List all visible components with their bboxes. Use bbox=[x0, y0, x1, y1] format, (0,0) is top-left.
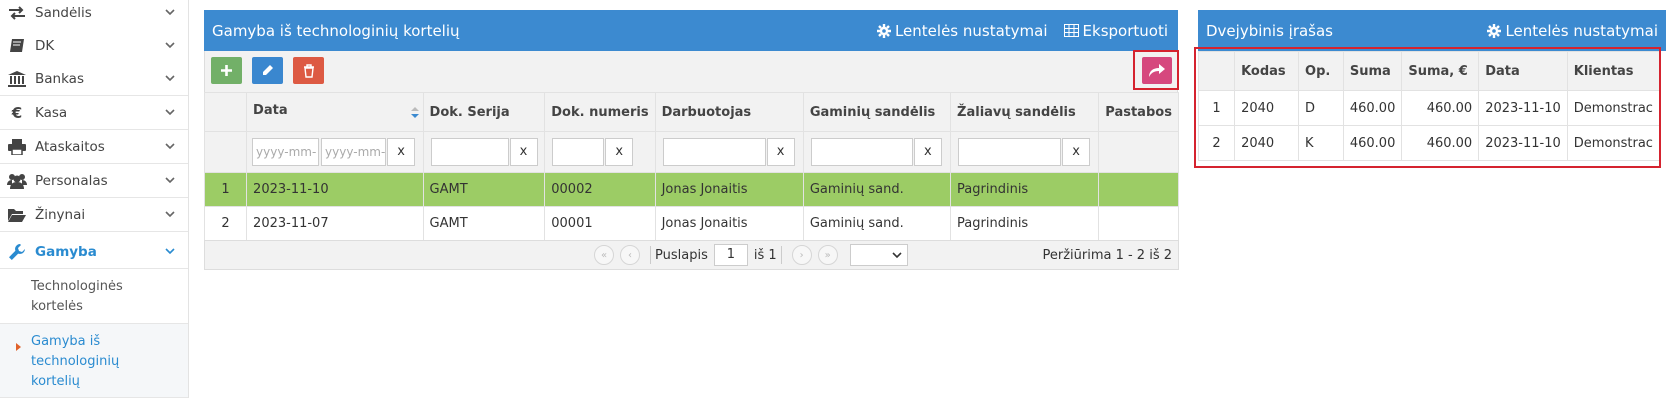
filter-row: yyyy-mm-yyyy-mm-x x x x x x bbox=[203, 131, 1179, 173]
sidebar-subitem-gamyba-is-korteliu[interactable]: Gamyba iš technologinių kortelių bbox=[0, 324, 188, 398]
chevron-down-icon bbox=[162, 9, 178, 16]
sort-icon bbox=[410, 106, 419, 122]
arrows-exchange-icon bbox=[7, 4, 27, 22]
date-from-input[interactable]: yyyy-mm- bbox=[252, 138, 320, 166]
darbuotojas-filter-input[interactable] bbox=[662, 138, 766, 166]
gear-icon bbox=[1487, 23, 1502, 38]
col-header-gaminiu[interactable]: Gaminių sandėlis bbox=[802, 92, 952, 132]
chevron-down-icon bbox=[162, 143, 178, 150]
sidebar-item-label: Gamyba bbox=[35, 243, 97, 260]
zaliavu-filter-input[interactable] bbox=[958, 138, 1062, 166]
panel-title: Dvejybinis įrašas bbox=[1206, 21, 1333, 40]
sidebar-item-sandelis[interactable]: Sandėlis bbox=[0, 0, 188, 30]
page-number-input[interactable]: 1 bbox=[713, 244, 748, 266]
highlight-box-share bbox=[1133, 50, 1179, 90]
serija-filter-input[interactable] bbox=[430, 138, 509, 166]
plus-icon bbox=[221, 65, 232, 76]
book-icon bbox=[7, 37, 27, 55]
table-row[interactable]: 1 2023-11-10 GAMT 00002 Jonas Jonaitis G… bbox=[203, 172, 1179, 207]
users-icon bbox=[7, 172, 27, 190]
header-row: Data Dok. Serija Dok. numeris Darbuotoja… bbox=[203, 92, 1179, 132]
chevron-down-icon bbox=[162, 75, 178, 82]
export-button[interactable]: Eksportuoti bbox=[1063, 21, 1168, 40]
pager: « ‹ Puslapis 1 iš 1 › » Peržiūrima 1 - 2… bbox=[204, 240, 1179, 270]
col-header-data[interactable]: Data bbox=[246, 92, 424, 132]
col-header-num bbox=[203, 92, 248, 132]
sidebar-item-label: Bankas bbox=[35, 70, 84, 87]
table-settings-label: Lentelės nustatymai bbox=[894, 21, 1048, 40]
highlight-box-side-table bbox=[1194, 47, 1661, 168]
delete-button[interactable] bbox=[293, 57, 324, 84]
col-header-darbuotojas[interactable]: Darbuotojas bbox=[654, 92, 804, 132]
col-header-numeris[interactable]: Dok. numeris bbox=[544, 92, 656, 132]
main-panel-header: Gamyba iš technologinių kortelių Lentelė… bbox=[204, 10, 1178, 51]
table-settings-label: Lentelės nustatymai bbox=[1505, 21, 1658, 40]
sidebar-item-label: Ataskaitos bbox=[35, 138, 105, 155]
col-header-zaliavu[interactable]: Žaliavų sandėlis bbox=[950, 92, 1100, 132]
col-header-pastabos[interactable]: Pastabos bbox=[1098, 92, 1179, 132]
sidebar-item-kasa[interactable]: € Kasa bbox=[0, 96, 188, 130]
page-size-select[interactable] bbox=[849, 244, 908, 266]
sidebar-item-label: DK bbox=[35, 37, 55, 54]
table-settings-button[interactable]: Lentelės nustatymai bbox=[876, 21, 1048, 40]
chevron-down-icon bbox=[892, 251, 902, 258]
sidebar-item-bankas[interactable]: Bankas bbox=[0, 62, 188, 96]
main-toolbar bbox=[204, 51, 1178, 92]
chevron-down-icon bbox=[162, 109, 178, 116]
sidebar-item-gamyba[interactable]: Gamyba bbox=[0, 235, 188, 269]
sidebar-subitem-technologines-korteles[interactable]: Technologinės kortelės bbox=[0, 272, 188, 324]
numeris-filter-input[interactable] bbox=[552, 138, 605, 166]
date-to-input[interactable]: yyyy-mm- bbox=[321, 138, 387, 166]
clear-serija-button[interactable]: x bbox=[509, 138, 538, 166]
prev-page-button[interactable]: ‹ bbox=[620, 245, 640, 265]
chevron-down-icon bbox=[162, 177, 178, 184]
caret-right-icon bbox=[16, 343, 21, 351]
table-icon bbox=[1063, 24, 1079, 37]
clear-zaliavu-button[interactable]: x bbox=[1062, 138, 1091, 166]
panel-title: Gamyba iš technologinių kortelių bbox=[212, 21, 460, 40]
pencil-icon bbox=[263, 65, 273, 75]
main-grid: Data Dok. Serija Dok. numeris Darbuotoja… bbox=[203, 92, 1179, 241]
sidebar-item-dk[interactable]: DK bbox=[0, 29, 188, 63]
clear-date-button[interactable]: x bbox=[387, 138, 416, 166]
chevron-down-icon bbox=[162, 248, 178, 255]
table-row[interactable]: 2 2023-11-07 GAMT 00001 Jonas Jonaitis G… bbox=[203, 206, 1179, 241]
sidebar-item-label: Kasa bbox=[35, 104, 68, 121]
add-button[interactable] bbox=[211, 57, 242, 84]
records-summary: Peržiūrima 1 - 2 iš 2 bbox=[1042, 247, 1172, 263]
sidebar-item-personalas[interactable]: Personalas bbox=[0, 164, 188, 198]
printer-icon bbox=[7, 138, 27, 156]
sidebar: Sandėlis DK Bankas € Kasa Ataskaitos Per… bbox=[0, 0, 189, 398]
sidebar-item-label: Žinynai bbox=[35, 206, 86, 223]
trash-icon bbox=[303, 63, 314, 78]
sidebar-subitem-label: Gamyba iš technologinių kortelių bbox=[31, 334, 120, 389]
euro-icon: € bbox=[11, 103, 23, 122]
last-page-button[interactable]: » bbox=[817, 245, 838, 265]
chevron-down-icon bbox=[162, 211, 178, 218]
sidebar-item-label: Sandėlis bbox=[35, 4, 92, 21]
col-header-serija[interactable]: Dok. Serija bbox=[422, 92, 546, 132]
bank-icon bbox=[7, 70, 27, 88]
side-table-settings-button[interactable]: Lentelės nustatymai bbox=[1487, 22, 1658, 40]
page-label: Puslapis bbox=[655, 247, 708, 263]
sidebar-subitem-label: Technologinės kortelės bbox=[31, 279, 123, 314]
sidebar-item-zinynai[interactable]: Žinynai bbox=[0, 198, 188, 232]
next-page-button[interactable]: › bbox=[791, 245, 812, 265]
sidebar-item-label: Personalas bbox=[35, 172, 108, 189]
page-of-label: iš 1 bbox=[753, 247, 777, 263]
wrench-icon bbox=[7, 243, 27, 261]
first-page-button[interactable]: « bbox=[594, 245, 614, 265]
gaminiu-filter-input[interactable] bbox=[810, 138, 913, 166]
sidebar-item-ataskaitos[interactable]: Ataskaitos bbox=[0, 130, 188, 164]
clear-numeris-button[interactable]: x bbox=[605, 138, 634, 166]
edit-button[interactable] bbox=[252, 57, 283, 84]
gear-icon bbox=[876, 23, 891, 38]
clear-darbuotojas-button[interactable]: x bbox=[766, 138, 795, 166]
clear-gaminiu-button[interactable]: x bbox=[913, 138, 942, 166]
folder-open-icon bbox=[7, 206, 27, 224]
export-label: Eksportuoti bbox=[1082, 21, 1168, 40]
side-panel-header: Dvejybinis įrašas Lentelės nustatymai bbox=[1198, 10, 1666, 51]
chevron-down-icon bbox=[162, 42, 178, 49]
